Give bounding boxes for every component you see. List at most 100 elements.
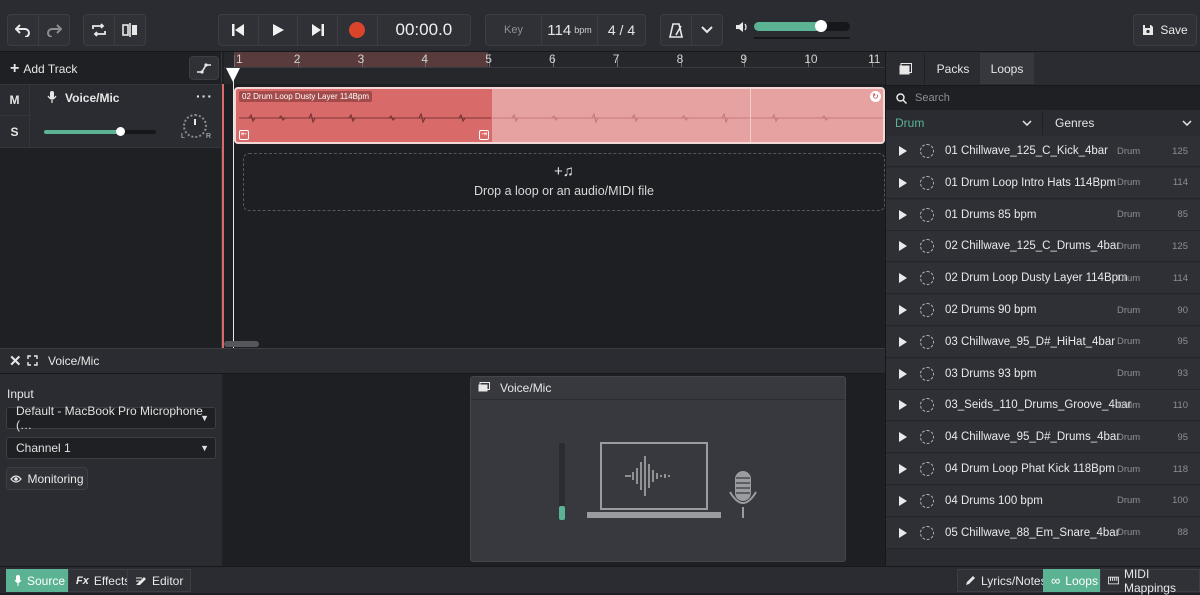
solo-button[interactable]: S xyxy=(0,116,30,147)
loop-name: 05 Chillwave_88_Em_Snare_4bar xyxy=(945,526,1120,539)
channel-select[interactable]: Channel 1 ▼ xyxy=(6,437,216,459)
chevron-down-icon xyxy=(701,26,713,34)
midi-mappings-tab[interactable]: MIDI Mappings xyxy=(1100,566,1200,595)
tempo-group: Key 114 bpm 4 / 4 xyxy=(485,14,646,46)
loop-list-item[interactable]: 02 Drums 90 bpm Drum 90 xyxy=(886,295,1200,326)
play-loop-icon[interactable] xyxy=(899,146,907,156)
play-loop-icon[interactable] xyxy=(899,241,907,252)
clip-name: 02 Drum Loop Dusty Layer 114Bpm xyxy=(239,91,373,102)
expand-icon[interactable] xyxy=(27,355,38,366)
loop-list-item[interactable]: 04 Drum Loop Phat Kick 118Bpm Drum 118 xyxy=(886,454,1200,485)
key-selector[interactable]: Key xyxy=(486,15,542,45)
metronome-button[interactable] xyxy=(661,15,692,45)
library-icon xyxy=(899,62,912,74)
play-loop-icon[interactable] xyxy=(899,400,907,411)
drop-zone[interactable]: +♫ Drop a loop or an audio/MIDI file xyxy=(243,153,885,211)
loop-search-input[interactable]: Search xyxy=(886,85,1200,110)
redo-icon xyxy=(46,24,62,37)
midi-tab-label: MIDI Mappings xyxy=(1123,566,1176,595)
track-name[interactable]: Voice/Mic xyxy=(65,91,119,105)
loop-name: 01 Drum Loop Intro Hats 114Bpm xyxy=(945,176,1117,189)
close-panel-icon[interactable]: ✕ xyxy=(9,352,22,370)
clip-fade-in-icon[interactable]: ⇤ xyxy=(239,130,249,140)
play-loop-icon[interactable] xyxy=(899,495,907,506)
loop-list-item[interactable]: 01 Chillwave_125_C_Kick_4bar Drum 125 xyxy=(886,136,1200,167)
play-loop-icon[interactable] xyxy=(899,305,907,315)
skip-back-button[interactable] xyxy=(219,15,259,45)
microphone-icon xyxy=(14,575,22,586)
editor-tab[interactable]: Editor xyxy=(127,569,192,592)
play-loop-icon[interactable] xyxy=(899,209,907,220)
loop-list-item[interactable]: 04 Chillwave_95_D#_Drums_4bar Drum 95 xyxy=(886,422,1200,454)
track-volume-slider[interactable] xyxy=(44,127,156,136)
audio-clip[interactable]: 02 Drum Loop Dusty Layer 114Bpm ⇤ ⇥ xyxy=(234,87,492,144)
save-button[interactable]: Save xyxy=(1133,14,1197,46)
play-loop-icon[interactable] xyxy=(899,177,907,188)
timeline-scrollbar[interactable] xyxy=(224,341,259,347)
mute-button[interactable]: M xyxy=(0,85,30,116)
monitoring-button[interactable]: Monitoring xyxy=(6,467,88,490)
play-loop-icon[interactable] xyxy=(899,336,907,347)
input-device-value: Default - MacBook Pro Microphone (… xyxy=(16,404,203,432)
loading-icon xyxy=(920,430,934,445)
lyrics-notes-tab[interactable]: Lyrics/Notes xyxy=(957,569,1055,592)
tab-packs[interactable]: Packs xyxy=(926,53,980,84)
window-icon xyxy=(478,382,490,392)
loop-genre: Drum xyxy=(1117,336,1141,348)
loop-list-item[interactable]: 05 Chillwave_88_Em_Snare_4bar Drum 88 xyxy=(886,517,1200,549)
tab-loops[interactable]: Loops xyxy=(980,53,1034,84)
loops-tab[interactable]: ∞ Loops xyxy=(1043,569,1106,592)
master-volume-slider[interactable] xyxy=(754,20,850,32)
instrument-filter-value: Drum xyxy=(895,116,925,130)
loop-list-item[interactable]: 02 Drum Loop Dusty Layer 114Bpm Drum 114 xyxy=(886,263,1200,295)
metronome-options-button[interactable] xyxy=(692,15,722,45)
play-loop-icon[interactable] xyxy=(899,464,907,474)
playhead-marker[interactable] xyxy=(226,68,240,82)
loop-list-item[interactable]: 03 Chillwave_95_D#_HiHat_4bar Drum 95 xyxy=(886,326,1200,358)
automation-button[interactable] xyxy=(189,56,219,80)
volume-knob[interactable] xyxy=(815,20,828,32)
bpm-field[interactable]: 114 bpm xyxy=(542,15,598,45)
loop-genre: Drum xyxy=(1117,527,1141,539)
loops-icon: ∞ xyxy=(1051,573,1061,588)
play-button[interactable] xyxy=(259,15,299,45)
source-tab[interactable]: Source xyxy=(6,569,74,592)
play-loop-icon[interactable] xyxy=(899,527,907,538)
pan-left-label: L xyxy=(181,133,185,140)
loop-list-item[interactable]: 03_Seids_110_Drums_Groove_4bar Drum 110 xyxy=(886,390,1200,422)
audio-clip-loop-extension[interactable]: ↻ xyxy=(492,87,885,144)
clip-waveform xyxy=(239,113,491,123)
loop-list-item[interactable]: 04 Drums 100 bpm Drum 100 xyxy=(886,485,1200,517)
loop-list-item[interactable]: 02 Chillwave_125_C_Drums_4bar Drum 125 xyxy=(886,231,1200,263)
play-loop-icon[interactable] xyxy=(899,368,907,379)
source-card: Voice/Mic xyxy=(470,376,846,562)
loop-list-item[interactable]: 01 Drum Loop Intro Hats 114Bpm Drum 114 xyxy=(886,167,1200,199)
track-menu-icon[interactable]: ··· xyxy=(196,88,213,104)
play-loop-icon[interactable] xyxy=(899,432,907,443)
ruler-divider xyxy=(224,67,885,68)
genre-filter-select[interactable]: Genres xyxy=(1045,111,1200,135)
instrument-filter-select[interactable]: Drum xyxy=(886,111,1043,135)
clip-fade-out-icon[interactable]: ⇥ xyxy=(479,130,489,140)
track-volume-fill xyxy=(44,130,121,134)
plus-icon: + xyxy=(10,60,20,77)
loop-list-item[interactable]: 03 Drums 93 bpm Drum 93 xyxy=(886,358,1200,390)
loop-refresh-icon[interactable]: ↻ xyxy=(870,91,881,102)
loop-list-item[interactable]: 01 Drums 85 bpm Drum 85 xyxy=(886,199,1200,231)
play-loop-icon[interactable] xyxy=(899,273,907,284)
pan-knob[interactable] xyxy=(183,114,207,138)
skip-forward-button[interactable] xyxy=(298,15,339,45)
undo-button[interactable] xyxy=(8,15,39,45)
input-level-fill xyxy=(559,506,565,520)
record-button[interactable] xyxy=(338,15,378,45)
loop-toggle-button[interactable] xyxy=(84,15,115,45)
time-signature[interactable]: 4 / 4 xyxy=(598,15,645,45)
volume-fill xyxy=(754,22,822,31)
search-icon xyxy=(896,93,907,104)
loop-name: 02 Chillwave_125_C_Drums_4bar xyxy=(945,240,1121,253)
input-device-select[interactable]: Default - MacBook Pro Microphone (… ▼ xyxy=(6,404,216,432)
redo-button[interactable] xyxy=(39,15,69,45)
split-button[interactable] xyxy=(115,15,145,45)
loading-icon xyxy=(920,144,934,158)
browser-home-tab[interactable] xyxy=(886,53,925,84)
